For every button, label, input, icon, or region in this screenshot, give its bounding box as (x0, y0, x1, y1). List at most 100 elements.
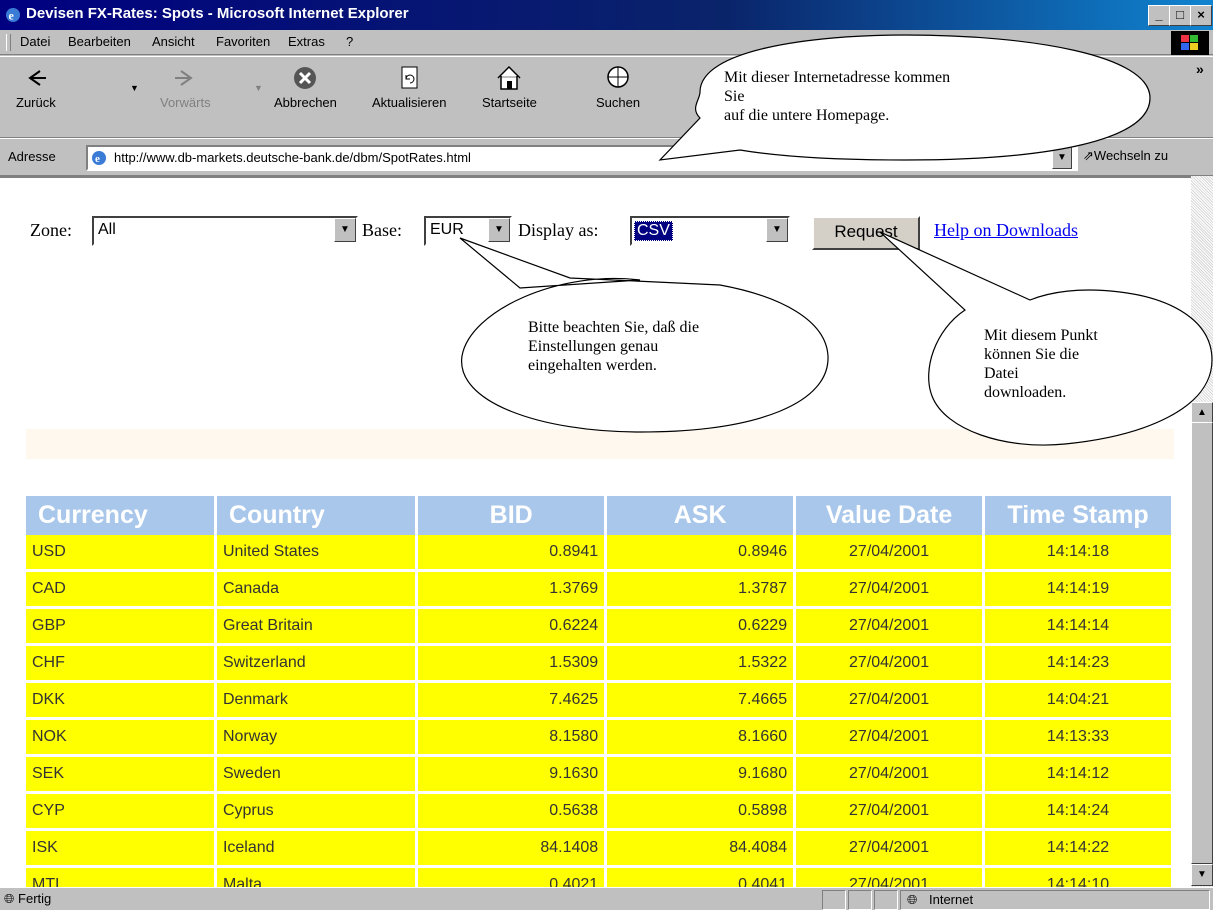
refresh-button[interactable]: Aktualisieren (372, 63, 446, 110)
cell-bid: 84.1408 (416, 829, 608, 868)
cell-value-date: 27/04/2001 (794, 681, 986, 720)
cell-currency: CYP (26, 792, 217, 831)
cell-ask: 9.1680 (605, 755, 797, 794)
base-label: Base: (362, 220, 402, 240)
cell-time-stamp: 14:13:33 (983, 718, 1174, 757)
status-cell-1 (822, 890, 846, 910)
table-row: CHF Switzerland 1.5309 1.5322 27/04/2001 14:1… (26, 644, 1174, 683)
base-dropdown-icon[interactable]: ▼ (488, 218, 510, 242)
go-button[interactable]: ⇗Wechseln zu (1083, 148, 1168, 164)
cell-country: United States (215, 535, 419, 572)
callout-download-line: Mit diesem Punkt (984, 327, 1098, 344)
stop-icon (294, 67, 317, 89)
table-row: USD United States 0.8941 0.8946 27/04/2001 14… (26, 535, 1174, 572)
close-button[interactable]: × (1190, 5, 1212, 26)
menu-help[interactable]: ? (346, 34, 353, 49)
forward-label: Vorwärts (160, 95, 211, 110)
header-country: Country (215, 496, 419, 535)
address-input[interactable]: e http://www.db-markets.deutsche-bank.de… (86, 145, 1078, 171)
search-button[interactable]: Suchen (596, 63, 640, 110)
scroll-down-icon[interactable]: ▼ (1191, 864, 1213, 886)
zone-label: Zone: (30, 220, 72, 240)
cell-time-stamp: 14:14:18 (983, 535, 1174, 572)
callout-settings-line: Einstellungen genau (528, 338, 659, 355)
standard-toolbar: Zurück ▼ Vorwärts ▼ Abbrechen Aktualisie… (0, 56, 1213, 138)
zone-select[interactable]: All ▼ (92, 216, 358, 246)
cell-value-date: 27/04/2001 (794, 607, 986, 646)
menu-extras[interactable]: Extras (288, 34, 325, 49)
cell-time-stamp: 14:14:10 (983, 866, 1174, 889)
cell-currency: SEK (26, 755, 217, 794)
cell-value-date: 27/04/2001 (794, 829, 986, 868)
cell-bid: 8.1580 (416, 718, 608, 757)
menu-favoriten[interactable]: Favoriten (216, 34, 270, 49)
search-globe-icon (607, 66, 629, 88)
display-dropdown-icon[interactable]: ▼ (766, 218, 788, 242)
zone-dropdown-icon[interactable]: ▼ (334, 218, 356, 242)
cell-ask: 0.8946 (605, 535, 797, 572)
windows-logo-icon (1171, 31, 1209, 55)
base-select[interactable]: EUR ▼ (424, 216, 512, 246)
status-page-icon: 🌐︎ (4, 891, 15, 906)
maximize-button[interactable]: □ (1169, 5, 1191, 26)
cell-time-stamp: 14:14:23 (983, 644, 1174, 683)
help-downloads-link[interactable]: Help on Downloads (934, 220, 1078, 241)
callout-address-line: auf die untere Homepage. (724, 107, 890, 124)
back-dropdown-icon[interactable]: ▼ (130, 83, 139, 93)
address-label: Adresse (8, 149, 56, 164)
display-select[interactable]: CSV ▼ (630, 216, 790, 246)
cell-bid: 1.3769 (416, 570, 608, 609)
cell-time-stamp: 14:14:24 (983, 792, 1174, 831)
page-ie-icon: e (92, 151, 106, 165)
request-button[interactable]: Request (812, 216, 920, 250)
callout-download-text: Mit diesem Punkt können Sie die Datei do… (984, 326, 1098, 402)
menu-grip (6, 34, 11, 51)
forward-button[interactable]: Vorwärts (160, 63, 211, 110)
svg-text:e: e (9, 9, 15, 23)
callout-address-text: Mit dieser Internetadresse kommen Sie au… (724, 68, 950, 125)
address-bar: Adresse e http://www.db-markets.deutsche… (0, 138, 1213, 176)
cell-time-stamp: 14:14:12 (983, 755, 1174, 794)
cell-bid: 0.8941 (416, 535, 608, 572)
cell-bid: 0.4021 (416, 866, 608, 889)
display-value: CSV (634, 221, 673, 241)
svg-text:e: e (95, 153, 100, 165)
back-arrow-icon (28, 70, 46, 86)
callout-download-line: können Sie die (984, 346, 1080, 363)
cell-country: Iceland (215, 829, 419, 868)
stop-button[interactable]: Abbrechen (274, 63, 337, 110)
cell-currency: ISK (26, 829, 217, 868)
cell-value-date: 27/04/2001 (794, 792, 986, 831)
faint-banner (26, 429, 1174, 459)
cell-time-stamp: 14:14:14 (983, 607, 1174, 646)
page-content: Zone: All ▼ Base: EUR ▼ Display as: CSV … (0, 176, 1191, 889)
cell-currency: MTL (26, 866, 217, 889)
cell-ask: 84.4084 (605, 829, 797, 868)
menu-bearbeiten[interactable]: Bearbeiten (68, 34, 131, 49)
status-cell-2 (848, 890, 872, 910)
internet-globe-icon: 🌐︎ (907, 892, 918, 907)
cell-bid: 9.1630 (416, 755, 608, 794)
cell-ask: 7.4665 (605, 681, 797, 720)
go-label: Wechseln zu (1093, 148, 1169, 163)
minimize-button[interactable]: _ (1148, 5, 1170, 26)
cell-currency: DKK (26, 681, 217, 720)
scroll-thumb[interactable] (1191, 422, 1213, 864)
table-row: GBP Great Britain 0.6224 0.6229 27/04/2001 14… (26, 607, 1174, 646)
address-dropdown-icon[interactable]: ▼ (1052, 147, 1072, 169)
search-label: Suchen (596, 95, 641, 110)
home-button[interactable]: Startseite (482, 63, 537, 110)
forward-dropdown-icon[interactable]: ▼ (254, 83, 263, 93)
menu-datei[interactable]: Datei (20, 34, 50, 49)
window-title: Devisen FX-Rates: Spots - Microsoft Inte… (26, 5, 409, 22)
refresh-icon (401, 66, 418, 89)
back-label: Zurück (16, 95, 56, 110)
cell-value-date: 27/04/2001 (794, 535, 986, 572)
menu-ansicht[interactable]: Ansicht (152, 34, 195, 49)
table-row: MTL Malta 0.4021 0.4041 27/04/2001 14:14:10 (26, 866, 1174, 889)
back-button[interactable]: Zurück (16, 63, 56, 110)
toolbar-overflow-chevron[interactable]: » (1196, 61, 1204, 77)
scroll-up-icon[interactable]: ▲ (1191, 402, 1213, 424)
vertical-scrollbar[interactable]: ▲ ▼ (1191, 176, 1213, 887)
zone-value: All (98, 221, 116, 238)
